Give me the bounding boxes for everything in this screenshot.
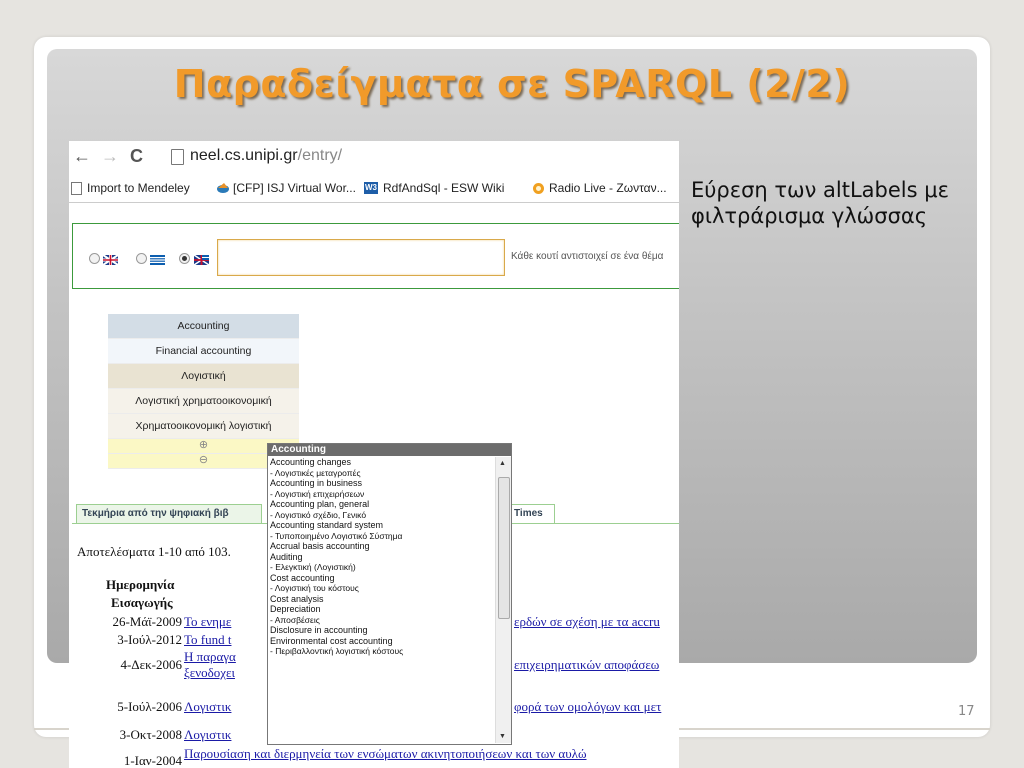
dropdown-item-en: Accounting standard system xyxy=(270,520,384,530)
dropdown-item-en: Auditing xyxy=(270,551,303,562)
bookmark-label: RdfAndSql - ESW Wiki xyxy=(383,181,505,195)
tree-row[interactable]: Λογιστική xyxy=(108,364,299,389)
bookmark-item[interactable]: W3 RdfAndSql - ESW Wiki xyxy=(364,181,504,195)
combined-flag-icon xyxy=(193,252,210,266)
search-panel: Κάθε κουτί αντιστοιχεί σε ένα θέμα xyxy=(72,223,679,289)
toolbar-divider xyxy=(69,202,679,203)
results-summary: Αποτελέσματα 1-10 από 103. xyxy=(77,544,231,559)
address-bar[interactable]: neel.cs.unipi.gr/entry/ xyxy=(190,147,342,165)
url-path: /entry/ xyxy=(297,147,343,164)
slide-number: 17 xyxy=(958,704,975,719)
tree-row[interactable]: Accounting xyxy=(108,314,299,339)
concept-dropdown[interactable]: Accounting Accounting changes - Λογιστικέ… xyxy=(267,443,512,745)
forward-arrow-icon[interactable]: → xyxy=(101,146,119,166)
result-link[interactable]: φορά των ομολόγων και μετ xyxy=(514,699,661,715)
dropdown-item-gr: - Περιβαλλοντική λογιστική κόστους xyxy=(270,646,404,656)
dropdown-item-gr: - Τυποποιημένο Λογιστικό Σύστημα xyxy=(270,530,403,541)
slide-title: Παραδείγματα σε SPARQL (2/2) xyxy=(173,62,851,106)
dropdown-item-en: Environmental cost accounting xyxy=(270,635,393,646)
radio-greek[interactable] xyxy=(136,253,147,264)
bookmarks-bar: Import to Mendeley [CFP] ISJ Virtual Wor… xyxy=(69,175,679,201)
slide-side-text: Εύρεση των altLabels με φιλτράρισμα γλώσ… xyxy=(691,178,949,228)
result-link[interactable]: Η παραγα xyxy=(184,649,236,665)
radio-both[interactable] xyxy=(179,253,190,264)
result-link[interactable]: Λογιστικ xyxy=(184,699,231,715)
dropdown-list: Accounting changes - Λογιστικές μεταγροπέ… xyxy=(268,457,493,657)
dropdown-item[interactable]: Accounting in business - Λογιστική επιχει… xyxy=(268,478,493,499)
bookmark-item[interactable]: Radio Live - Ζωνταν... xyxy=(532,181,667,195)
dropdown-item-en: Accounting changes xyxy=(270,457,352,467)
url-host: neel.cs.unipi.gr xyxy=(190,147,298,164)
result-link[interactable]: επιχειρηματικών αποφάσεω xyxy=(514,657,659,673)
dropdown-title: Accounting xyxy=(268,444,511,456)
dropdown-item-gr: - Αποσβέσεις xyxy=(270,614,320,625)
dropdown-item-gr: - Λογιστικό σχέδιο, Γενικό xyxy=(270,509,367,520)
result-link[interactable]: Παρουσίαση και διερμηνεία των ενσώματων … xyxy=(184,746,587,762)
dropdown-item-en: Depreciation xyxy=(270,604,321,614)
dropdown-item-en: Cost analysis xyxy=(270,593,324,604)
reload-icon[interactable]: C xyxy=(130,146,143,166)
result-link[interactable]: ερδών σε σχέση με τα accru xyxy=(514,614,660,630)
col-header-entry: Εισαγωγής xyxy=(111,595,173,610)
bookmark-label: Import to Mendeley xyxy=(87,181,190,195)
dropdown-item[interactable]: Accounting plan, general - Λογιστικό σχέδ… xyxy=(268,499,493,520)
dropdown-item-en: Accrual basis accounting xyxy=(270,541,370,551)
result-link[interactable]: Το ενημε xyxy=(184,614,231,630)
dropdown-item-gr: - Λογιστική του κόστους xyxy=(270,583,359,593)
bookmark-label: Radio Live - Ζωνταν... xyxy=(549,181,667,195)
dropdown-item[interactable]: Accounting changes - Λογιστικές μεταγροπέ… xyxy=(268,457,493,478)
back-arrow-icon[interactable]: ← xyxy=(73,146,91,166)
greek-flag-icon xyxy=(150,252,165,265)
dropdown-item-gr: - Λογιστικές μεταγροπές xyxy=(270,467,361,478)
scroll-down-icon[interactable]: ▼ xyxy=(499,733,506,740)
page-icon xyxy=(171,149,184,165)
bookmark-item[interactable]: Import to Mendeley xyxy=(71,181,190,195)
result-link[interactable]: ξενοδοχει xyxy=(184,665,235,681)
dropdown-item-en: Disclosure in accounting xyxy=(270,625,368,635)
w3c-icon: W3 xyxy=(364,182,378,194)
dropdown-item[interactable]: Disclosure in accounting xyxy=(268,625,493,636)
tab-times[interactable]: Times xyxy=(510,504,555,523)
dropdown-item-gr: - Λογιστική επιχειρήσεων xyxy=(270,488,365,499)
result-date: 4-Δεκ-2006 xyxy=(120,657,182,672)
search-input[interactable] xyxy=(217,239,505,276)
search-hint: Κάθε κουτί αντιστοιχεί σε ένα θέμα xyxy=(511,251,664,262)
browser-navbar: ← → C neel.cs.unipi.gr/entry/ xyxy=(69,141,679,175)
result-date: 1-Ιαν-2004 xyxy=(123,753,182,768)
scroll-thumb[interactable] xyxy=(498,477,510,619)
dropdown-scrollbar[interactable]: ▲ ▼ xyxy=(495,457,511,743)
dropdown-item-en: Accounting plan, general xyxy=(270,499,370,509)
browser-screenshot: ← → C neel.cs.unipi.gr/entry/ Import to … xyxy=(69,141,679,768)
scroll-up-icon[interactable]: ▲ xyxy=(499,460,506,467)
col-header-date: Ημερομηνία xyxy=(106,577,175,592)
result-link[interactable]: Λογιστικ xyxy=(184,727,231,743)
radio-english[interactable] xyxy=(89,253,100,264)
result-date: 26-Μάϊ-2009 xyxy=(112,614,182,629)
tree-row[interactable]: Λογιστική χρηματοοικονομική xyxy=(108,389,299,414)
bookmark-item[interactable]: [CFP] ISJ Virtual Wor... xyxy=(216,181,356,195)
tree-row[interactable]: Χρηματοοικονομική λογιστική xyxy=(108,414,299,439)
result-date: 3-Ιούλ-2012 xyxy=(117,632,182,647)
dropdown-item-en: Cost accounting xyxy=(270,572,335,583)
result-date: 5-Ιούλ-2006 xyxy=(117,699,182,714)
dropdown-item[interactable]: Cost accounting - Λογιστική του κόστους xyxy=(268,573,493,594)
page-icon xyxy=(71,181,82,195)
bookmark-label: [CFP] ISJ Virtual Wor... xyxy=(233,181,356,195)
bird-icon xyxy=(216,182,229,194)
uk-flag-icon xyxy=(102,252,119,266)
radio-icon xyxy=(532,182,544,194)
result-link[interactable]: To fund t xyxy=(184,632,231,648)
dropdown-item[interactable]: Auditing - Ελεγκτική (Λογιστική) xyxy=(268,552,493,573)
dropdown-item[interactable]: Cost analysis xyxy=(268,594,493,605)
dropdown-item[interactable]: Accrual basis accounting xyxy=(268,541,493,552)
dropdown-item[interactable]: Environmental cost accounting - Περιβαλλο… xyxy=(268,636,493,657)
dropdown-item-en: Accounting in business xyxy=(270,478,363,488)
tab-digital-library[interactable]: Τεκμήρια από την ψηφιακή βιβ xyxy=(76,504,262,523)
tree-row[interactable]: Financial accounting xyxy=(108,339,299,364)
dropdown-item[interactable]: Depreciation - Αποσβέσεις xyxy=(268,604,493,625)
result-date: 3-Οκτ-2008 xyxy=(119,727,182,742)
dropdown-item[interactable]: Accounting standard system - Τυποποιημένο… xyxy=(268,520,493,541)
dropdown-item-gr: - Ελεγκτική (Λογιστική) xyxy=(270,562,356,572)
